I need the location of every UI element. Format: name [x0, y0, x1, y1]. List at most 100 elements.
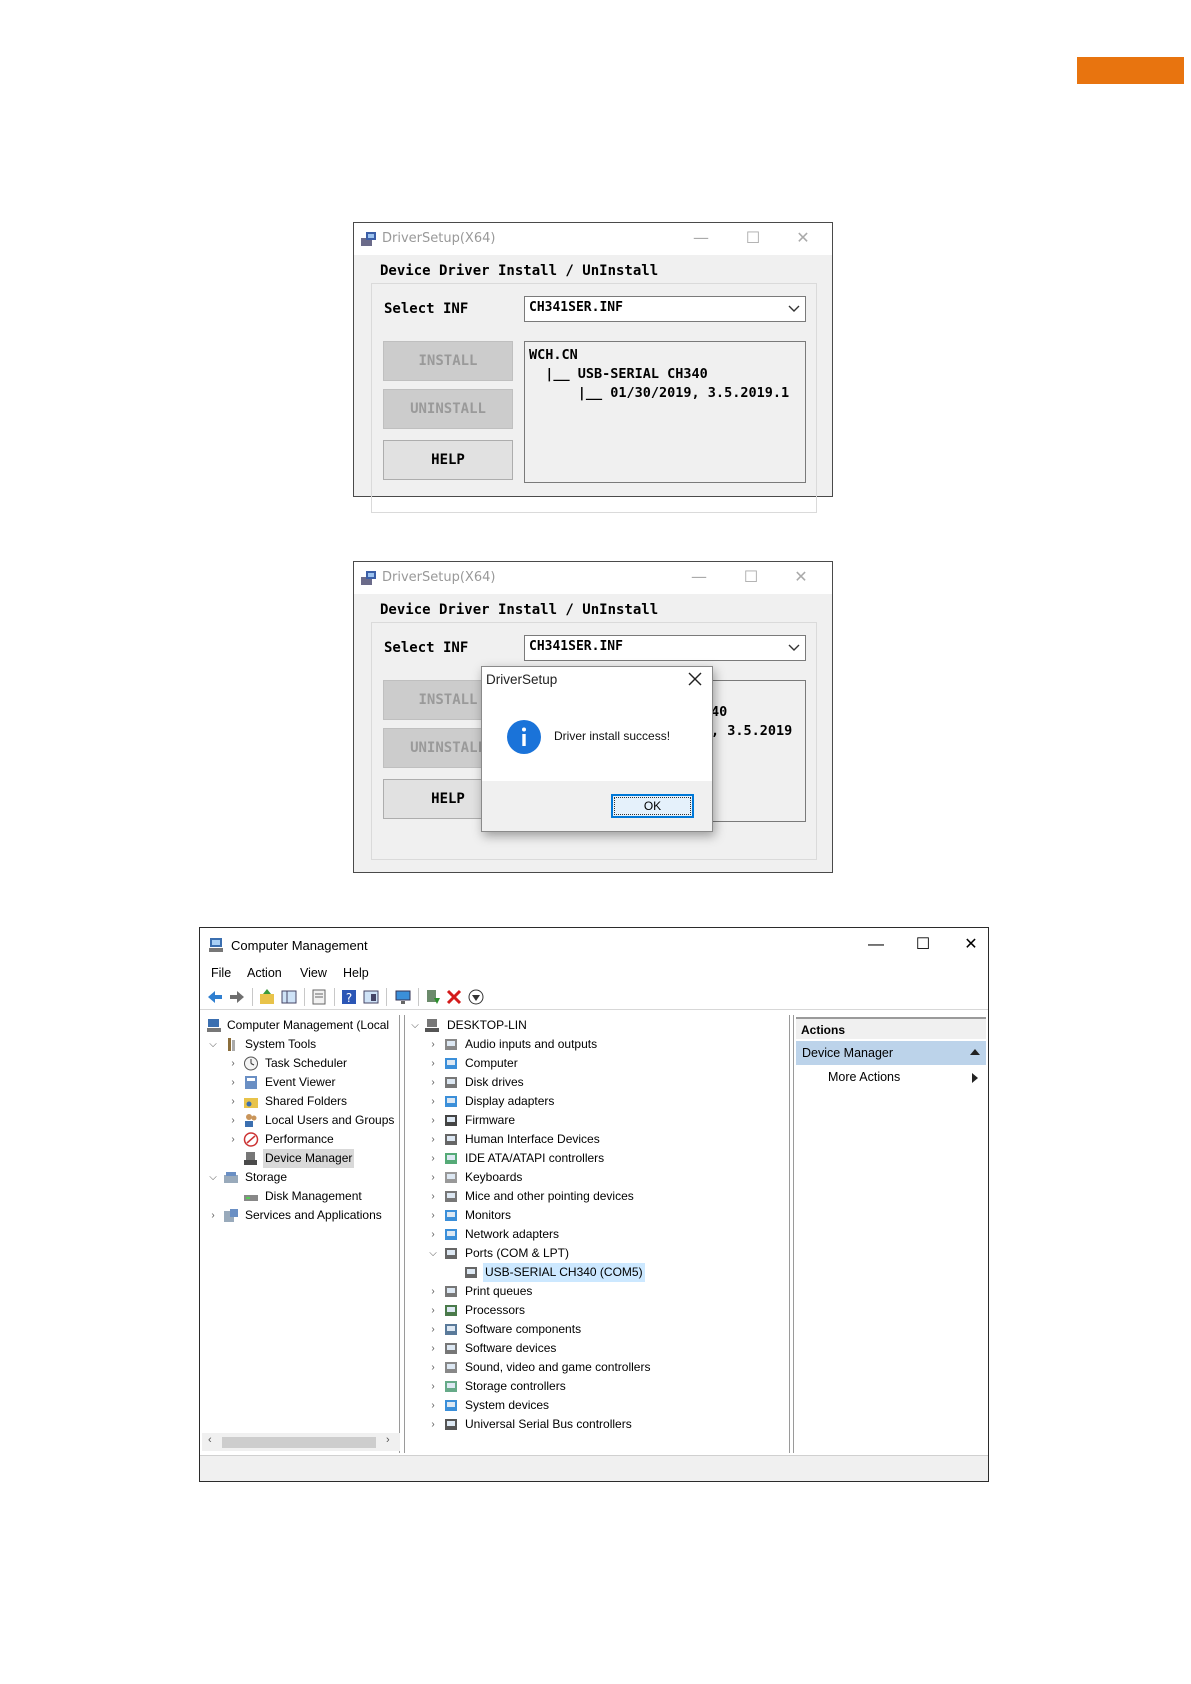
- network-adapter-icon: [445, 1229, 457, 1240]
- close-icon[interactable]: ✕: [786, 227, 820, 249]
- up-folder-icon[interactable]: [258, 988, 276, 1006]
- submenu-arrow-icon: [972, 1073, 978, 1083]
- minimize-icon[interactable]: —: [684, 227, 718, 249]
- maximize-icon[interactable]: ☐: [736, 227, 770, 249]
- select-inf-label: Select INF: [384, 301, 469, 317]
- mouse-icon: [445, 1191, 457, 1202]
- minimize-icon[interactable]: —: [860, 934, 892, 956]
- uninstall-device-icon[interactable]: [445, 988, 463, 1006]
- chevron-right-icon[interactable]: ›: [427, 1282, 439, 1301]
- chevron-down-icon[interactable]: ⌵: [207, 1168, 219, 1187]
- chevron-right-icon[interactable]: ›: [427, 1320, 439, 1339]
- toolbar: ?: [200, 984, 988, 1010]
- page-corner-tab: [1077, 57, 1184, 84]
- minimize-icon[interactable]: —: [682, 566, 716, 588]
- printer-icon: [445, 1286, 457, 1297]
- uninstall-button[interactable]: UNINSTALL: [383, 389, 513, 429]
- heading: Device Driver Install / UnInstall: [380, 602, 659, 618]
- chevron-down-icon[interactable]: ⌵: [207, 1035, 219, 1054]
- storage-icon: [224, 1172, 238, 1183]
- port-icon: [445, 1248, 457, 1259]
- more-actions-item[interactable]: More Actions: [796, 1065, 986, 1089]
- window-body: Device Driver Install / UnInstall Select…: [354, 255, 832, 513]
- driver-info-box: WCH.CN |__ USB-SERIAL CH340 |__ 01/30/20…: [524, 341, 806, 483]
- chevron-right-icon[interactable]: ›: [227, 1073, 239, 1092]
- back-arrow-icon[interactable]: [206, 988, 224, 1006]
- menu-action[interactable]: Action: [247, 966, 282, 980]
- horizontal-scrollbar[interactable]: ‹ ›: [202, 1433, 400, 1451]
- chevron-right-icon[interactable]: ›: [227, 1130, 239, 1149]
- maximize-icon[interactable]: ☐: [907, 934, 939, 956]
- chevron-right-icon[interactable]: ›: [427, 1206, 439, 1225]
- menu-file[interactable]: File: [211, 966, 231, 980]
- actions-section-device-manager[interactable]: Device Manager: [796, 1041, 986, 1065]
- help-icon[interactable]: ?: [340, 988, 358, 1006]
- info-line: |__ 01/30/2019, 3.5.2019.1: [529, 385, 790, 401]
- shared-folder-icon: [244, 1098, 258, 1108]
- chevron-right-icon[interactable]: ›: [427, 1035, 439, 1054]
- audio-icon: [445, 1039, 457, 1050]
- chevron-right-icon[interactable]: ›: [427, 1396, 439, 1415]
- chevron-right-icon[interactable]: ›: [427, 1415, 439, 1434]
- show-hide-tree-icon[interactable]: [280, 988, 298, 1006]
- chevron-down-icon: [788, 305, 800, 312]
- menu-help[interactable]: Help: [343, 966, 369, 980]
- info-line: WCH.CN: [529, 347, 578, 363]
- scroll-right-icon[interactable]: ›: [386, 1434, 390, 1446]
- chevron-right-icon[interactable]: ›: [227, 1054, 239, 1073]
- chevron-right-icon[interactable]: ›: [207, 1206, 219, 1225]
- hid-icon: [445, 1134, 457, 1145]
- ok-button[interactable]: OK: [611, 794, 694, 818]
- actions-pane: Actions Device Manager More Actions: [793, 1015, 988, 1453]
- menu-view[interactable]: View: [300, 966, 327, 980]
- window-title: DriverSetup(X64): [382, 570, 496, 585]
- sound-icon: [445, 1362, 457, 1373]
- chevron-right-icon[interactable]: ›: [227, 1092, 239, 1111]
- chevron-down-icon[interactable]: ⌵: [409, 1016, 421, 1035]
- close-icon[interactable]: [686, 670, 704, 688]
- chevron-right-icon[interactable]: ›: [427, 1339, 439, 1358]
- properties-icon[interactable]: [310, 988, 328, 1006]
- dialog-title: DriverSetup: [486, 672, 558, 687]
- chevron-right-icon[interactable]: ›: [427, 1358, 439, 1377]
- view-pane-icon[interactable]: [362, 988, 380, 1006]
- maximize-icon[interactable]: ☐: [734, 566, 768, 588]
- inf-select[interactable]: CH341SER.INF: [524, 296, 806, 322]
- chevron-right-icon[interactable]: ›: [427, 1187, 439, 1206]
- disk-management-icon: [244, 1195, 258, 1201]
- install-button[interactable]: INSTALL: [383, 341, 513, 381]
- help-button[interactable]: HELP: [383, 440, 513, 480]
- update-driver-icon[interactable]: [424, 988, 442, 1006]
- window-title: Computer Management: [231, 938, 368, 953]
- monitor-icon: [445, 1210, 457, 1221]
- chevron-right-icon[interactable]: ›: [227, 1111, 239, 1130]
- computer-management-icon: [207, 1019, 221, 1032]
- forward-arrow-icon[interactable]: [228, 988, 246, 1006]
- chevron-down-icon[interactable]: ⌵: [427, 1244, 439, 1263]
- scroll-left-icon[interactable]: ‹: [208, 1434, 212, 1446]
- chevron-right-icon[interactable]: ›: [427, 1111, 439, 1130]
- close-icon[interactable]: ✕: [784, 566, 818, 588]
- inf-select[interactable]: CH341SER.INF: [524, 635, 806, 661]
- chevron-right-icon[interactable]: ›: [427, 1054, 439, 1073]
- collapse-up-icon[interactable]: [970, 1049, 980, 1055]
- chevron-right-icon[interactable]: ›: [427, 1225, 439, 1244]
- software-device-icon: [445, 1343, 457, 1354]
- driver-setup-window-success: DriverSetup(X64) — ☐ ✕ Device Driver Ins…: [353, 561, 833, 873]
- chevron-right-icon[interactable]: ›: [427, 1130, 439, 1149]
- close-icon[interactable]: ✕: [955, 934, 987, 956]
- scrollbar-thumb[interactable]: [222, 1437, 376, 1448]
- chevron-right-icon[interactable]: ›: [427, 1377, 439, 1396]
- title-bar: DriverSetup(X64) — ☐ ✕: [354, 562, 832, 594]
- chevron-right-icon[interactable]: ›: [427, 1301, 439, 1320]
- actions-header: Actions: [796, 1017, 986, 1039]
- chevron-right-icon[interactable]: ›: [427, 1073, 439, 1092]
- chevron-right-icon[interactable]: ›: [427, 1092, 439, 1111]
- menu-bar: File Action View Help: [200, 962, 988, 984]
- monitor-icon[interactable]: [394, 988, 412, 1006]
- dialog-footer: OK: [482, 781, 712, 831]
- chevron-right-icon[interactable]: ›: [427, 1149, 439, 1168]
- scan-hardware-icon[interactable]: [467, 988, 485, 1006]
- info-line: , 3.5.2019: [711, 723, 793, 739]
- chevron-right-icon[interactable]: ›: [427, 1168, 439, 1187]
